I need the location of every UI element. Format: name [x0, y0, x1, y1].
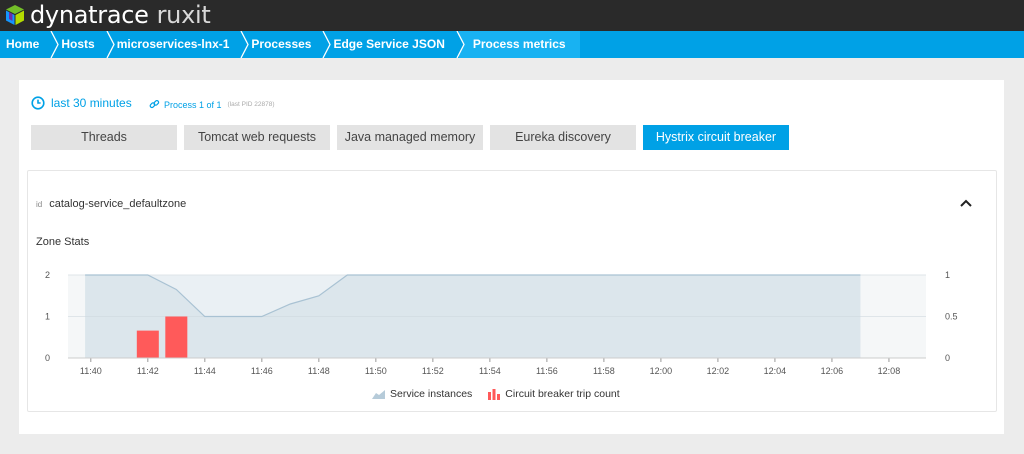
breadcrumb: Home Hosts microservices-lnx-1 Processes Edg…	[0, 31, 1024, 58]
tab-hystrix-circuit-breaker[interactable]: Hystrix circuit breaker	[643, 125, 789, 150]
timeframe-label: last 30 minutes	[51, 96, 132, 110]
zone-panel: id catalog-service_defaultzone Zone Stat…	[27, 170, 997, 412]
breadcrumb-item-edge-service-json[interactable]: Edge Service JSON	[325, 31, 465, 58]
timeframe-selector[interactable]: last 30 minutes	[31, 96, 132, 110]
legend-item-service-instances[interactable]: Service instances	[372, 388, 472, 400]
process-link[interactable]: Process 1 of 1	[164, 100, 222, 110]
zone-id-row: id catalog-service_defaultzone	[36, 198, 186, 210]
clock-icon	[31, 96, 45, 110]
id-value: catalog-service_defaultzone	[49, 198, 187, 210]
y-right-tick-label: 0.5	[945, 312, 958, 322]
x-tick-label: 11:44	[194, 366, 216, 376]
process-selector: Process 1 of 1 (last PID 22878)	[149, 99, 275, 110]
y-left-tick-label: 0	[45, 353, 50, 363]
tab-threads[interactable]: Threads	[31, 125, 177, 150]
x-tick-label: 12:04	[764, 366, 787, 376]
x-tick-label: 11:46	[251, 366, 273, 376]
circuit-breaker-bar	[165, 316, 188, 358]
x-tick-label: 11:58	[593, 366, 615, 376]
area-series-icon	[372, 390, 385, 399]
x-tick-label: 11:40	[80, 366, 102, 376]
x-tick-label: 11:54	[479, 366, 501, 376]
chevron-up-icon[interactable]	[958, 195, 974, 211]
legend-label: Circuit breaker trip count	[505, 388, 620, 400]
breadcrumb-separator-icon	[45, 31, 60, 58]
x-tick-label: 11:42	[137, 366, 159, 376]
tab-java-managed-memory[interactable]: Java managed memory	[337, 125, 483, 150]
bar-series-icon	[488, 388, 501, 400]
y-right-tick-label: 0	[945, 353, 950, 363]
x-tick-label: 12:06	[821, 366, 844, 376]
tab-tomcat-web-requests[interactable]: Tomcat web requests	[184, 125, 330, 150]
breadcrumb-item-microservices-lnx-1[interactable]: microservices-lnx-1	[109, 31, 250, 58]
process-pid: (last PID 22878)	[227, 101, 275, 108]
chart-legend: Service instances Circuit breaker trip c…	[372, 388, 636, 400]
breadcrumb-item-home[interactable]: Home	[0, 31, 60, 58]
id-key: id	[36, 200, 43, 209]
brand-wordmark[interactable]: dynatrace ruxit	[30, 1, 211, 29]
process-metrics-card: last 30 minutes Process 1 of 1 (last PID…	[19, 80, 1004, 434]
circuit-breaker-bar	[136, 330, 159, 358]
breadcrumb-item-hosts[interactable]: Hosts	[53, 31, 115, 58]
legend-item-circuit-breaker-trip-count[interactable]: Circuit breaker trip count	[488, 388, 620, 400]
legend-label: Service instances	[390, 388, 473, 400]
x-tick-label: 12:02	[707, 366, 730, 376]
zone-stats-chart: 0 1 2 0 0.5 1 11:40 11:42 11:44 11:46 11:48 11:50 11…	[45, 270, 958, 376]
top-bar: dynatrace ruxit	[0, 0, 1024, 31]
breadcrumb-separator-icon	[235, 31, 250, 58]
breadcrumb-item-processes[interactable]: Processes	[243, 31, 332, 58]
x-tick-label: 11:52	[422, 366, 444, 376]
y-left-tick-label: 1	[45, 312, 50, 322]
brand-name: dynatrace	[30, 1, 149, 29]
x-tick-label: 11:56	[536, 366, 558, 376]
x-tick-label: 11:48	[308, 366, 330, 376]
breadcrumb-separator-icon	[100, 31, 115, 58]
breadcrumb-separator-icon	[317, 31, 332, 58]
y-left-tick-label: 2	[45, 270, 50, 280]
y-right-tick-label: 1	[945, 270, 950, 280]
breadcrumb-separator-icon	[450, 31, 465, 58]
brand-product: ruxit	[156, 1, 211, 29]
x-tick-label: 12:00	[650, 366, 673, 376]
x-tick-label: 12:08	[878, 366, 901, 376]
link-icon	[149, 99, 160, 109]
x-tick-label: 11:50	[365, 366, 387, 376]
section-title: Zone Stats	[36, 236, 90, 248]
dynatrace-logo-icon	[6, 5, 24, 25]
tab-eureka-discovery[interactable]: Eureka discovery	[490, 125, 636, 150]
breadcrumb-item-process-metrics[interactable]: Process metrics	[458, 31, 580, 58]
